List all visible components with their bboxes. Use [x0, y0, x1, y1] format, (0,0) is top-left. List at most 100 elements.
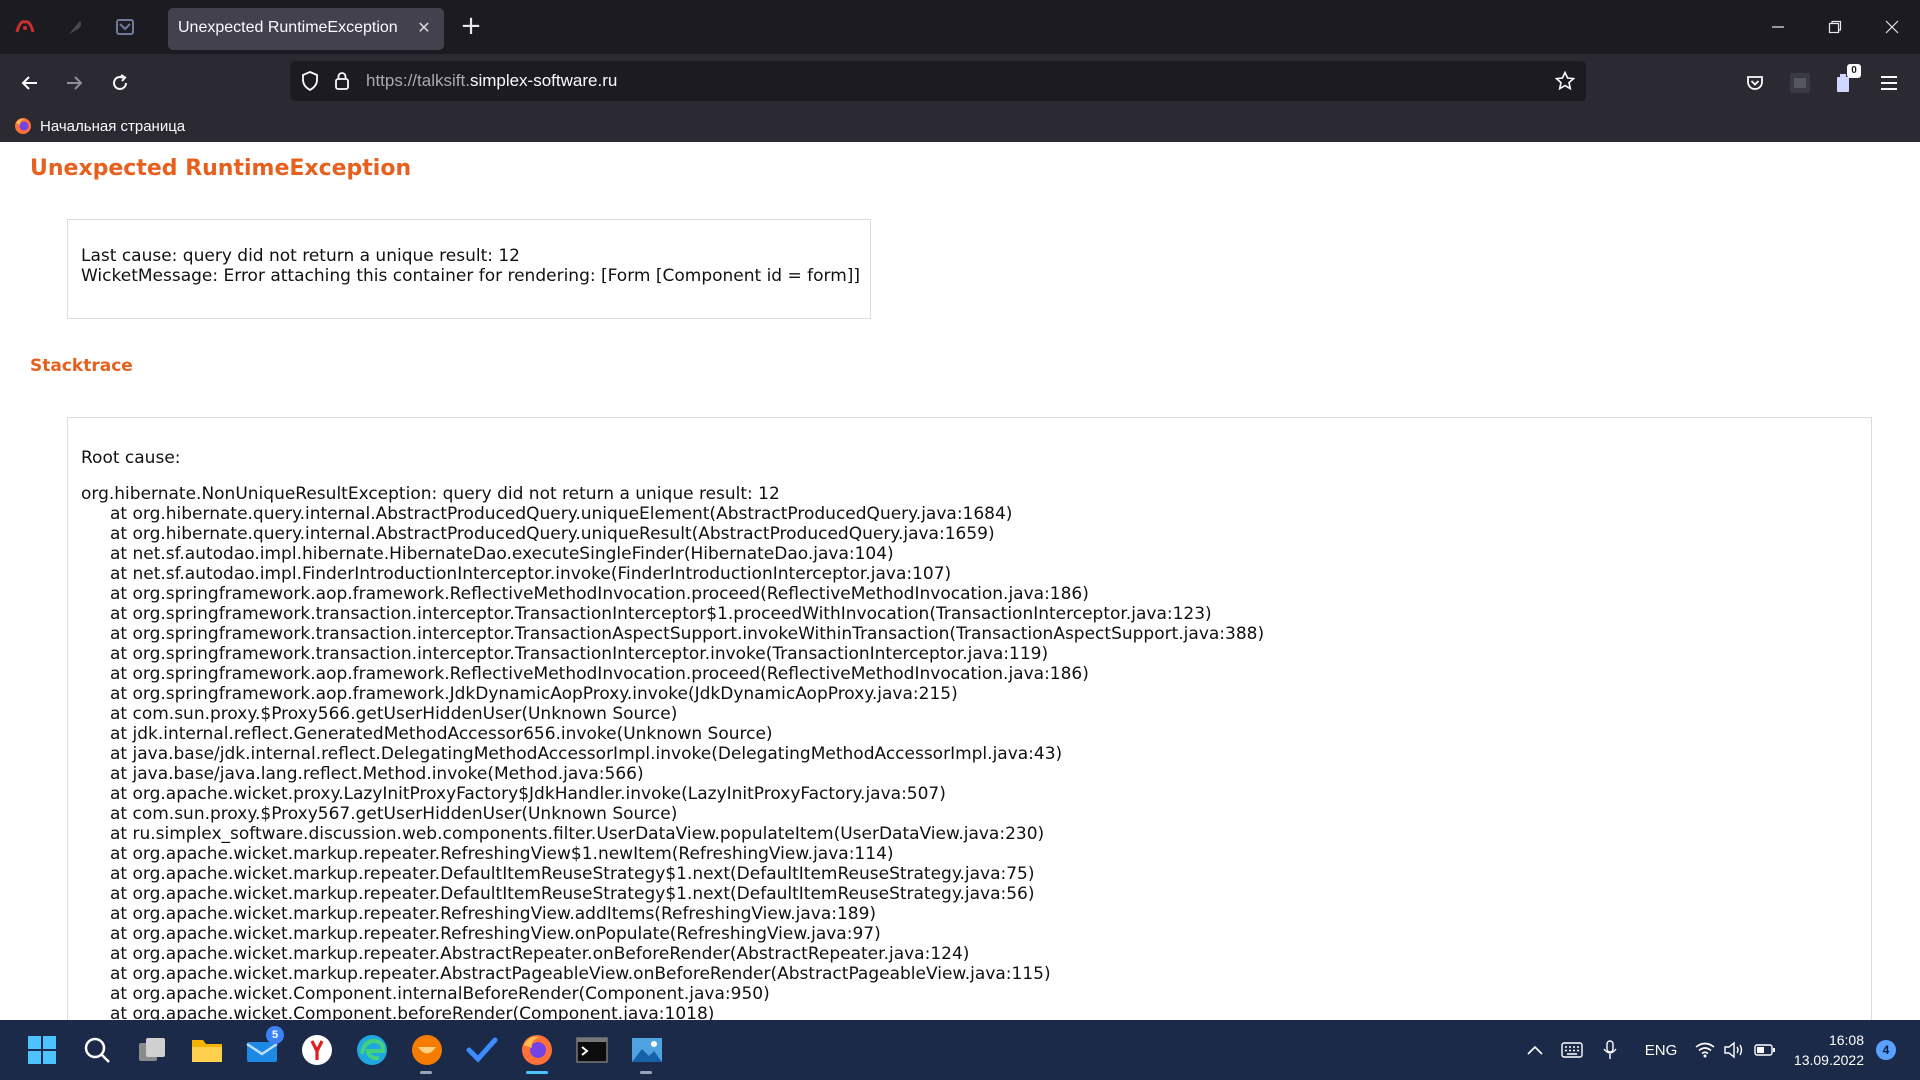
stack-frame: at org.springframework.transaction.inter… — [110, 644, 1049, 664]
back-button[interactable] — [13, 66, 47, 100]
orange-app-icon — [412, 1035, 442, 1065]
reload-button[interactable] — [103, 66, 137, 100]
root-cause-label: Root cause: — [81, 448, 181, 468]
restore-button[interactable] — [1815, 12, 1855, 42]
stack-frame: at org.apache.wicket.markup.repeater.Def… — [110, 864, 1035, 884]
exception-line: org.hibernate.NonUniqueResultException: … — [81, 484, 780, 504]
file-explorer-button[interactable] — [187, 1030, 227, 1070]
app-menu-button[interactable] — [1872, 66, 1906, 100]
stack-frame: at ru.simplex_software.discussion.web.co… — [110, 824, 1045, 844]
bookmark-home[interactable]: Начальная страница — [14, 114, 185, 138]
stack-frame: at net.sf.autodao.impl.hibernate.Hiberna… — [110, 544, 894, 564]
extensions-badge: 0 — [1847, 64, 1861, 78]
edge-button[interactable] — [352, 1030, 392, 1070]
page-content: Unexpected RuntimeException Last cause: … — [0, 142, 1920, 1020]
new-tab-button[interactable]: + — [456, 12, 486, 42]
terminal-button[interactable] — [572, 1030, 612, 1070]
photos-icon — [632, 1038, 662, 1062]
tracking-protection-shield-icon[interactable] — [298, 69, 322, 93]
active-indicator — [526, 1071, 548, 1074]
language-indicator[interactable]: ENG — [1640, 1038, 1682, 1062]
windows-icon — [28, 1036, 56, 1064]
stack-frame: at org.springframework.transaction.inter… — [110, 624, 1265, 644]
touch-keyboard-button[interactable] — [1558, 1038, 1586, 1062]
stack-frame: at org.springframework.aop.framework.Ref… — [110, 584, 1089, 604]
pinned-tab-app-icon[interactable] — [10, 12, 40, 42]
tab-title: Unexpected RuntimeException — [178, 19, 398, 36]
tab-active[interactable]: Unexpected RuntimeException ✕ — [168, 8, 444, 50]
stack-frame: at org.hibernate.query.internal.Abstract… — [110, 504, 1013, 524]
taskbar: 5 ENG 16:08 13.09.2022 4 — [0, 1020, 1920, 1080]
language-label: ENG — [1644, 1041, 1678, 1059]
app-orange-button[interactable] — [407, 1030, 447, 1070]
mail-button[interactable]: 5 — [242, 1026, 284, 1070]
task-view-button[interactable] — [132, 1030, 172, 1070]
running-indicator — [420, 1071, 432, 1074]
checkmark-icon — [466, 1037, 498, 1063]
pinned-tab-mail-icon[interactable] — [110, 12, 140, 42]
url-scheme: https://talksift. — [366, 71, 470, 90]
running-indicator — [640, 1071, 652, 1074]
yandex-browser-button[interactable] — [297, 1030, 337, 1070]
stack-frame: at org.apache.wicket.markup.repeater.Abs… — [110, 944, 970, 964]
navigation-toolbar: https://talksift.simplex-software.ru 0 — [0, 54, 1920, 110]
stack-frames: at org.hibernate.query.internal.Abstract… — [81, 504, 1871, 1020]
photos-button[interactable] — [627, 1030, 667, 1070]
stack-frame: at org.apache.wicket.markup.repeater.Ref… — [110, 904, 877, 924]
pocket-icon[interactable] — [1738, 66, 1772, 100]
notification-badge[interactable]: 4 — [1876, 1040, 1896, 1060]
url-text[interactable]: https://talksift.simplex-software.ru — [366, 71, 617, 91]
bookmarks-toolbar: Начальная страница — [0, 110, 1920, 142]
stack-frame: at net.sf.autodao.impl.FinderIntroductio… — [110, 564, 952, 584]
url-bar[interactable]: https://talksift.simplex-software.ru — [290, 61, 1586, 101]
stack-frame: at org.springframework.aop.framework.Ref… — [110, 664, 1089, 684]
url-domain: simplex-software.ru — [469, 71, 618, 90]
bookmark-star-icon[interactable] — [1554, 70, 1576, 92]
task-view-icon — [139, 1038, 165, 1061]
pinned-tab-feather-icon[interactable] — [60, 12, 90, 42]
firefox-icon — [522, 1035, 552, 1065]
clock-time: 16:08 — [1828, 1032, 1864, 1048]
battery-icon — [1754, 1044, 1775, 1056]
tab-close-icon[interactable]: ✕ — [412, 16, 436, 40]
wifi-button[interactable] — [1694, 1038, 1716, 1062]
speaker-icon — [1724, 1041, 1743, 1059]
close-window-button[interactable] — [1872, 12, 1912, 42]
firefox-taskbar-button[interactable] — [517, 1030, 557, 1070]
stack-frame: at java.base/jdk.internal.reflect.Delega… — [110, 744, 1063, 764]
wicket-message: WicketMessage: Error attaching this cont… — [81, 266, 861, 286]
stack-frame: at com.sun.proxy.$Proxy567.getUserHidden… — [110, 804, 678, 824]
cause-box: Last cause: query did not return a uniqu… — [67, 219, 871, 319]
edge-icon — [357, 1035, 387, 1065]
extension-icon[interactable] — [1783, 66, 1817, 100]
stack-frame: at java.base/java.lang.reflect.Method.in… — [110, 764, 644, 784]
search-icon — [84, 1037, 110, 1063]
lock-icon[interactable] — [332, 69, 352, 93]
stack-frame: at org.apache.wicket.proxy.LazyInitProxy… — [110, 784, 946, 804]
wifi-icon — [1695, 1042, 1715, 1058]
stack-frame: at org.springframework.transaction.inter… — [110, 604, 1212, 624]
stack-frame: at jdk.internal.reflect.GeneratedMethodA… — [110, 724, 773, 744]
forward-button[interactable] — [57, 66, 91, 100]
mail-badge: 5 — [266, 1026, 284, 1044]
yandex-icon — [302, 1035, 332, 1065]
start-button[interactable] — [22, 1030, 62, 1070]
terminal-icon — [576, 1037, 608, 1063]
volume-button[interactable] — [1722, 1038, 1746, 1062]
stack-frame: at org.apache.wicket.Component.beforeRen… — [110, 1004, 715, 1020]
show-hidden-icons-button[interactable] — [1525, 1038, 1545, 1062]
extensions-button[interactable]: 0 — [1827, 64, 1861, 100]
microphone-button[interactable] — [1600, 1038, 1620, 1062]
clock[interactable]: 16:08 13.09.2022 — [1792, 1030, 1864, 1070]
last-cause: Last cause: query did not return a uniqu… — [81, 246, 520, 266]
todo-button[interactable] — [462, 1030, 502, 1070]
stack-frame: at org.apache.wicket.markup.repeater.Ref… — [110, 924, 881, 944]
stack-frame: at org.apache.wicket.markup.repeater.Def… — [110, 884, 1035, 904]
stacktrace-heading: Stacktrace — [30, 356, 133, 376]
minimize-button[interactable] — [1758, 12, 1798, 42]
battery-button[interactable] — [1752, 1038, 1778, 1062]
page-title: Unexpected RuntimeException — [30, 156, 412, 181]
firefox-icon — [15, 118, 31, 134]
search-button[interactable] — [77, 1030, 117, 1070]
folder-icon — [192, 1040, 222, 1062]
